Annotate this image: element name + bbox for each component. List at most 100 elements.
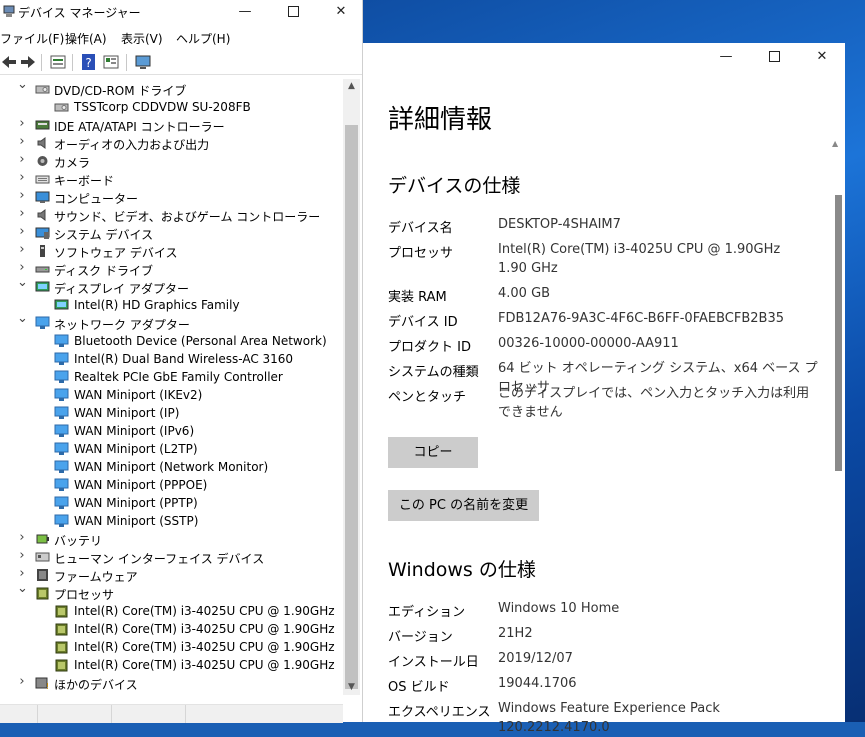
tree-item-label: サウンド、ビデオ、およびゲーム コントローラー [54, 210, 321, 224]
processor-icon [55, 641, 68, 654]
tree-device[interactable]: Intel(R) Dual Band Wireless-AC 3160 [0, 350, 343, 368]
tree-category[interactable]: › カメラ [0, 152, 343, 170]
tree-device[interactable]: Intel(R) HD Graphics Family [0, 296, 343, 314]
processor-icon [36, 587, 49, 600]
chevron-down-icon[interactable]: ⌄ [17, 311, 28, 326]
tree-device[interactable]: WAN Miniport (IP) [0, 404, 343, 422]
tree-category[interactable]: › システム デバイス [0, 224, 343, 242]
tree-item-label: Intel(R) Core(TM) i3-4025U CPU @ 1.90GHz [74, 604, 335, 618]
properties-view-icon[interactable] [49, 53, 67, 71]
tree-device[interactable]: WAN Miniport (PPTP) [0, 494, 343, 512]
close-button[interactable]: ✕ [318, 0, 364, 24]
tree-device[interactable]: WAN Miniport (IPv6) [0, 422, 343, 440]
tree-category[interactable]: ⌄ プロセッサ [0, 581, 343, 602]
network-adapter-icon [54, 424, 69, 437]
scrollbar-thumb[interactable] [835, 195, 842, 471]
scroll-down-icon[interactable]: ▼ [343, 682, 360, 692]
system-type-label: システムの種類 [388, 365, 479, 380]
tree-category[interactable]: ›! ほかのデバイス [0, 674, 343, 692]
device-name-value: DESKTOP-4SHAIM7 [498, 217, 621, 232]
device-id-value: FDB12A76-9A3C-4F6C-B6FF-0FAEBCFB2B35 [498, 311, 784, 326]
chevron-down-icon[interactable]: ⌄ [17, 275, 28, 290]
chevron-down-icon[interactable]: ⌄ [17, 79, 28, 92]
details-view-icon[interactable] [102, 53, 120, 71]
chevron-right-icon[interactable]: › [17, 260, 27, 275]
scrollbar-divider [185, 705, 186, 723]
scroll-up-icon[interactable]: ▲ [343, 81, 360, 91]
tree-category[interactable]: › バッテリ [0, 530, 343, 548]
ram-value: 4.00 GB [498, 286, 551, 301]
tree-device[interactable]: WAN Miniport (L2TP) [0, 440, 343, 458]
help-icon[interactable]: ? [80, 53, 98, 71]
processor-value: Intel(R) Core(TM) i3-4025U CPU @ 1.90GHz… [498, 242, 781, 276]
scroll-up-icon[interactable]: ▲ [832, 139, 838, 148]
tree-category[interactable]: › オーディオの入力および出力 [0, 134, 343, 152]
chevron-right-icon[interactable]: › [17, 116, 27, 131]
chevron-right-icon[interactable]: › [17, 170, 27, 185]
chevron-down-icon[interactable]: ⌄ [17, 581, 28, 596]
tree-item-label: TSSTcorp CDDVDW SU-208FB [74, 100, 251, 114]
tree-item-label: Intel(R) HD Graphics Family [74, 298, 240, 312]
camera-icon [37, 156, 48, 166]
tree-device[interactable]: Realtek PCIe GbE Family Controller [0, 368, 343, 386]
tree-device[interactable]: Intel(R) Core(TM) i3-4025U CPU @ 1.90GHz [0, 656, 343, 674]
tree-device[interactable]: Intel(R) Core(TM) i3-4025U CPU @ 1.90GHz [0, 602, 343, 620]
chevron-right-icon[interactable]: › [17, 134, 27, 149]
chevron-right-icon[interactable]: › [17, 224, 27, 239]
tree-category[interactable]: › コンピューター [0, 188, 343, 206]
tree-category[interactable]: › ヒューマン インターフェイス デバイス [0, 548, 343, 566]
tree-category[interactable]: › ソフトウェア デバイス [0, 242, 343, 260]
chevron-right-icon[interactable]: › [17, 152, 27, 167]
forward-arrow-icon[interactable] [19, 53, 37, 71]
tree-device[interactable]: WAN Miniport (PPPOE) [0, 476, 343, 494]
chevron-right-icon[interactable]: › [17, 188, 27, 203]
scrollbar-thumb[interactable] [345, 125, 358, 689]
tree-item-label: Realtek PCIe GbE Family Controller [74, 370, 283, 384]
maximize-button[interactable] [270, 0, 316, 24]
tree-category[interactable]: ⌄ DVD/CD-ROM ドライブ [0, 79, 343, 98]
tree-device[interactable]: Intel(R) Core(TM) i3-4025U CPU @ 1.90GHz [0, 638, 343, 656]
menu-bar: ファイル(F) 操作(A) 表示(V) ヘルプ(H) [0, 26, 362, 48]
rename-pc-button[interactable]: この PC の名前を変更 [388, 490, 539, 521]
chevron-right-icon[interactable]: › [17, 548, 27, 563]
chevron-right-icon[interactable]: › [17, 530, 27, 545]
menu-view[interactable]: 表示(V) [121, 30, 163, 47]
tree-horizontal-scrollbar[interactable] [0, 704, 343, 723]
svg-text:?: ? [85, 56, 91, 70]
monitor-scan-icon[interactable] [134, 53, 152, 71]
chevron-right-icon[interactable]: › [17, 206, 27, 221]
tree-category[interactable]: › ファームウェア [0, 566, 343, 584]
windows-spec-heading: Windows の仕様 [388, 559, 536, 581]
tree-device[interactable]: WAN Miniport (Network Monitor) [0, 458, 343, 476]
menu-file[interactable]: ファイル(F) [0, 30, 64, 47]
tree-item-label: Intel(R) Core(TM) i3-4025U CPU @ 1.90GHz [74, 622, 335, 636]
tree-item-label: カメラ [54, 156, 91, 170]
tree-category[interactable]: ⌄ ネットワーク アダプター [0, 311, 343, 332]
minimize-button[interactable]: — [222, 0, 268, 24]
chevron-right-icon[interactable]: › [17, 566, 27, 581]
tree-device[interactable]: TSSTcorp CDDVDW SU-208FB [0, 98, 343, 116]
tree-category[interactable]: › キーボード [0, 170, 343, 188]
tree-category[interactable]: › ディスク ドライブ [0, 260, 343, 278]
menu-action[interactable]: 操作(A) [65, 30, 107, 47]
product-id-value: 00326-10000-00000-AA911 [498, 336, 679, 351]
chevron-right-icon[interactable]: › [17, 674, 27, 689]
tree-device[interactable]: Intel(R) Core(TM) i3-4025U CPU @ 1.90GHz [0, 620, 343, 638]
title-bar[interactable]: デバイス マネージャー — ✕ [0, 0, 362, 24]
hid-icon [35, 552, 50, 562]
scrollbar-divider [111, 705, 112, 723]
back-arrow-icon[interactable] [0, 53, 18, 71]
tree-device[interactable]: WAN Miniport (SSTP) [0, 512, 343, 530]
copy-button[interactable]: コピー [388, 437, 478, 468]
tree-category[interactable]: ⌄ ディスプレイ アダプター [0, 275, 343, 296]
tree-item-label: WAN Miniport (L2TP) [74, 442, 198, 456]
settings-scrollbar[interactable]: ▲ [832, 139, 842, 722]
menu-help[interactable]: ヘルプ(H) [176, 30, 230, 47]
tree-vertical-scrollbar[interactable]: ▲ ▼ [343, 79, 360, 695]
tree-device[interactable]: Bluetooth Device (Personal Area Network) [0, 332, 343, 350]
tree-category[interactable]: › サウンド、ビデオ、およびゲーム コントローラー [0, 206, 343, 224]
tree-category[interactable]: › IDE ATA/ATAPI コントローラー [0, 116, 343, 134]
chevron-right-icon[interactable]: › [17, 242, 27, 257]
dvd-drive-icon [35, 85, 50, 94]
tree-device[interactable]: WAN Miniport (IKEv2) [0, 386, 343, 404]
